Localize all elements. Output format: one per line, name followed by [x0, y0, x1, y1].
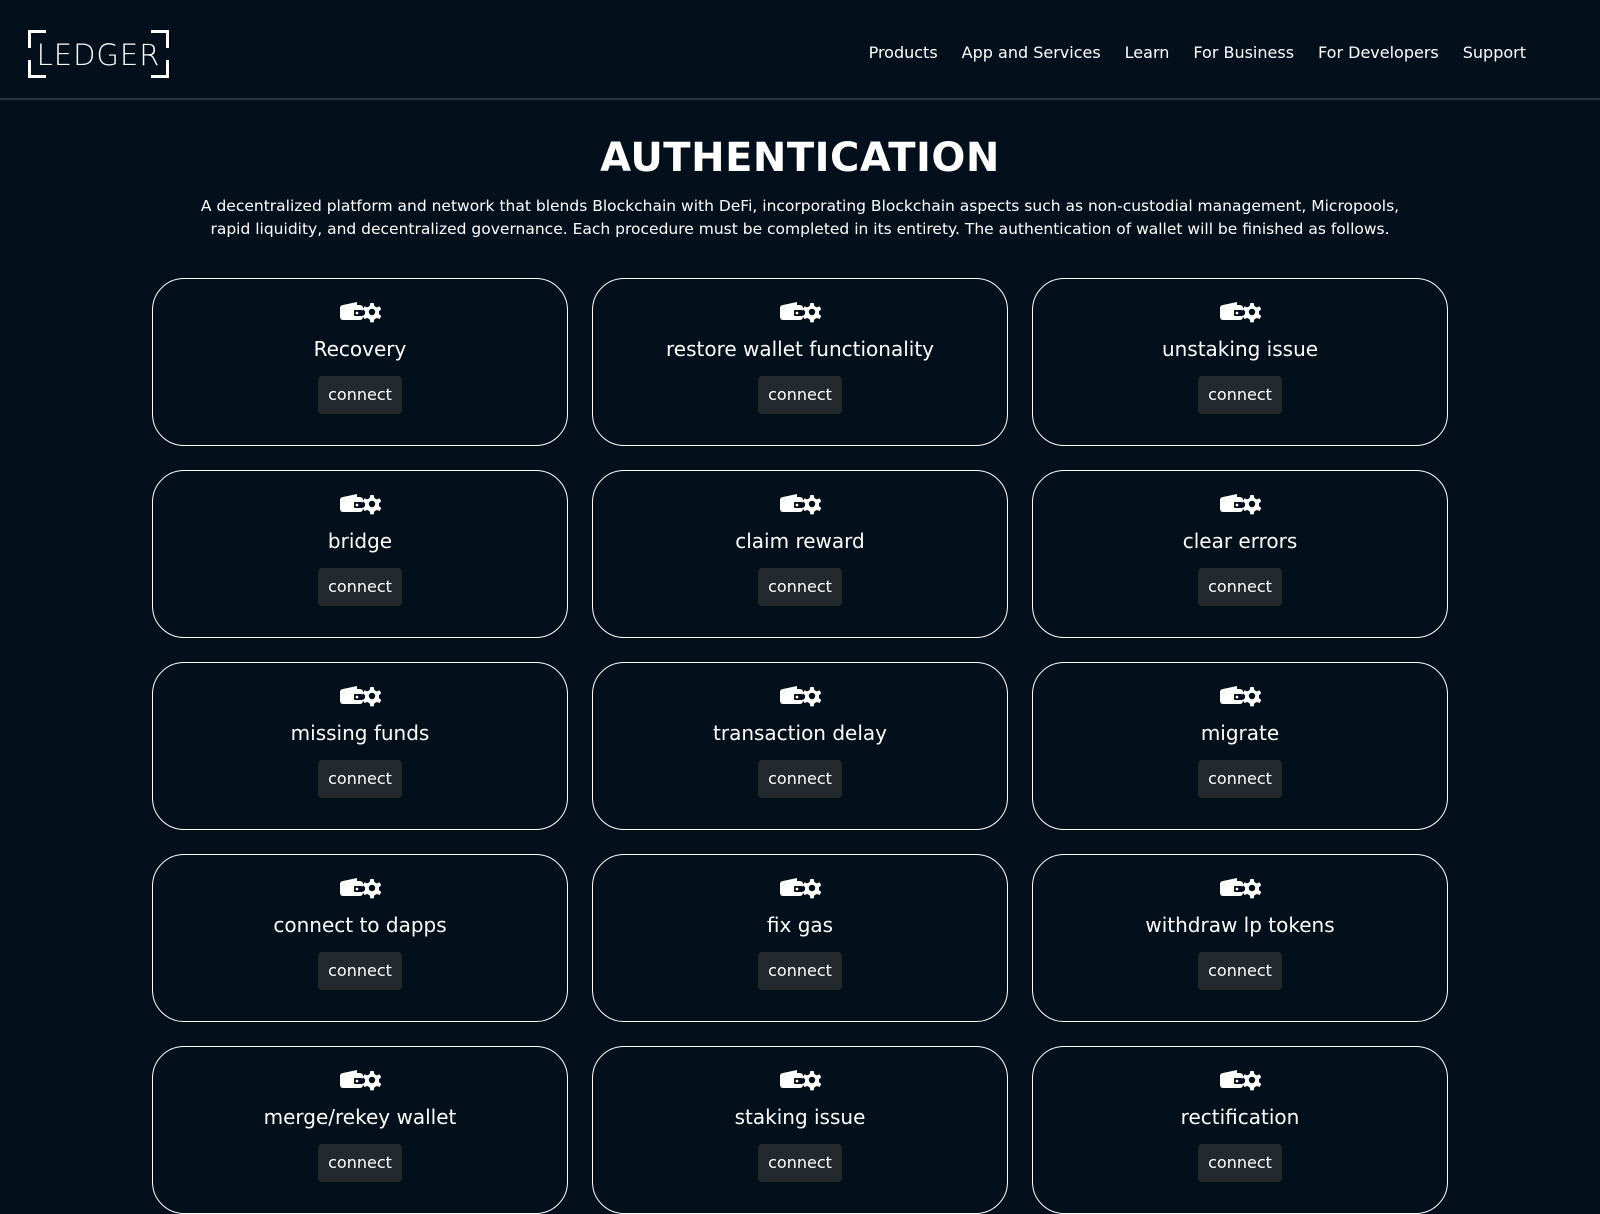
wallet-gear-icon — [779, 685, 821, 707]
page-description: A decentralized platform and network tha… — [200, 197, 1400, 239]
logo-corner-bottom-right — [151, 60, 169, 78]
connect-button[interactable]: connect — [318, 760, 402, 798]
option-title-withdraw-lp-tokens: withdraw lp tokens — [1145, 913, 1335, 937]
option-title-migrate: migrate — [1200, 721, 1280, 745]
connect-button[interactable]: connect — [758, 376, 842, 414]
connect-button[interactable]: connect — [318, 568, 402, 606]
connect-button[interactable]: connect — [1198, 568, 1282, 606]
nav-app-and-services[interactable]: App and Services — [962, 43, 1101, 62]
logo-corner-bottom-left — [28, 60, 46, 78]
logo-corner-top-left — [28, 30, 46, 48]
wallet-gear-icon — [779, 1069, 821, 1091]
option-card: fix gas connect — [592, 854, 1008, 1022]
wallet-gear-icon — [1219, 493, 1261, 515]
connect-button[interactable]: connect — [758, 568, 842, 606]
wallet-gear-icon — [779, 877, 821, 899]
option-title-staking-issue: staking issue — [734, 1105, 866, 1129]
connect-button[interactable]: connect — [318, 1144, 402, 1182]
authentication-intro: AUTHENTICATION A decentralized platform … — [0, 100, 1600, 242]
logo-corner-top-right — [151, 30, 169, 48]
option-card: claim reward connect — [592, 470, 1008, 638]
option-card: rectification connect — [1032, 1046, 1448, 1214]
ledger-logo[interactable]: LEDGER — [28, 30, 169, 78]
option-title-rectification: rectification — [1180, 1105, 1300, 1129]
option-card: merge/rekey wallet connect — [152, 1046, 568, 1214]
option-title-transaction-delay: transaction delay — [713, 721, 887, 745]
wallet-gear-icon — [779, 493, 821, 515]
wallet-gear-icon — [1219, 685, 1261, 707]
wallet-gear-icon — [339, 685, 381, 707]
wallet-gear-icon — [339, 493, 381, 515]
option-card: transaction delay connect — [592, 662, 1008, 830]
option-title-clear-errors: clear errors — [1182, 529, 1298, 553]
option-title-unstaking-issue: unstaking issue — [1161, 337, 1319, 361]
option-title-bridge: bridge — [327, 529, 393, 553]
nav-learn[interactable]: Learn — [1125, 43, 1170, 62]
option-title-restore-wallet-functionality: restore wallet functionality — [665, 337, 934, 361]
option-title-claim-reward: claim reward — [735, 529, 865, 553]
connect-button[interactable]: connect — [758, 952, 842, 990]
wallet-gear-icon — [339, 877, 381, 899]
nav-for-developers[interactable]: For Developers — [1318, 43, 1439, 62]
nav-support[interactable]: Support — [1463, 43, 1526, 62]
option-card: unstaking issue connect — [1032, 278, 1448, 446]
connect-button[interactable]: connect — [1198, 1144, 1282, 1182]
authentication-options-grid: Recovery connect restore wallet function… — [152, 278, 1448, 1214]
option-title-recovery: Recovery — [313, 337, 407, 361]
option-card: restore wallet functionality connect — [592, 278, 1008, 446]
option-card: staking issue connect — [592, 1046, 1008, 1214]
option-title-missing-funds: missing funds — [290, 721, 430, 745]
nav-products[interactable]: Products — [869, 43, 938, 62]
connect-button[interactable]: connect — [1198, 376, 1282, 414]
option-card: migrate connect — [1032, 662, 1448, 830]
option-title-merge-rekey-wallet: merge/rekey wallet — [263, 1105, 457, 1129]
option-card: connect to dapps connect — [152, 854, 568, 1022]
connect-button[interactable]: connect — [318, 376, 402, 414]
nav-for-business[interactable]: For Business — [1193, 43, 1294, 62]
option-card: bridge connect — [152, 470, 568, 638]
wallet-gear-icon — [1219, 301, 1261, 323]
option-card: withdraw lp tokens connect — [1032, 854, 1448, 1022]
option-title-fix-gas: fix gas — [766, 913, 834, 937]
connect-button[interactable]: connect — [1198, 760, 1282, 798]
connect-button[interactable]: connect — [318, 952, 402, 990]
option-card: missing funds connect — [152, 662, 568, 830]
wallet-gear-icon — [779, 301, 821, 323]
wallet-gear-icon — [339, 1069, 381, 1091]
connect-button[interactable]: connect — [1198, 952, 1282, 990]
connect-button[interactable]: connect — [758, 1144, 842, 1182]
wallet-gear-icon — [1219, 877, 1261, 899]
page-title: AUTHENTICATION — [600, 135, 1000, 181]
option-card: Recovery connect — [152, 278, 568, 446]
main-navigation: Products App and Services Learn For Busi… — [869, 43, 1526, 62]
site-header: LEDGER Products App and Services Learn F… — [0, 0, 1600, 100]
option-card: clear errors connect — [1032, 470, 1448, 638]
wallet-gear-icon — [1219, 1069, 1261, 1091]
option-title-connect-to-dapps: connect to dapps — [273, 913, 447, 937]
logo-text: LEDGER — [36, 37, 161, 72]
main-content: AUTHENTICATION A decentralized platform … — [0, 100, 1600, 1214]
connect-button[interactable]: connect — [758, 760, 842, 798]
wallet-gear-icon — [339, 301, 381, 323]
